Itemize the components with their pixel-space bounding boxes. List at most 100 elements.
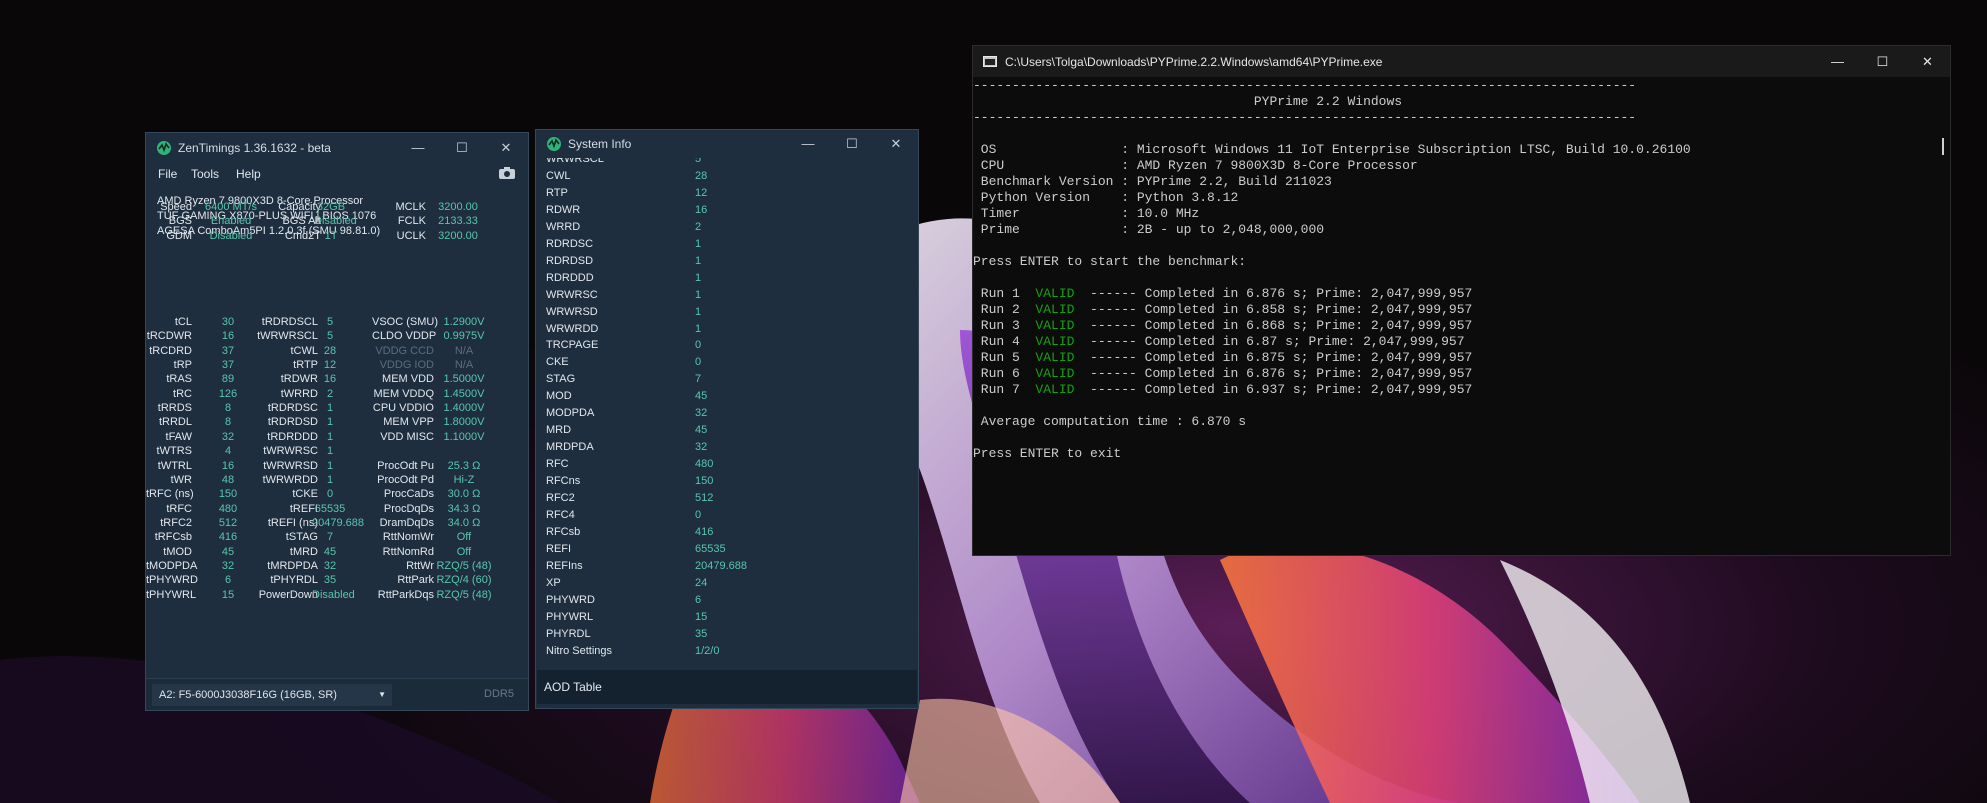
timing-label: ProcDqDs — [383, 502, 434, 515]
timing-label: tWTRL — [157, 459, 192, 472]
row-key: MRD — [546, 424, 572, 437]
system-info-list[interactable]: WRWRSCL 5 CWL 28 RTP 12 RDWR 16 WRRD 2 RDRDSC 1 RDRD… — [546, 158, 901, 658]
param-label: UCLK — [396, 229, 426, 242]
system-info-row: WRWRDD 1 — [546, 321, 901, 338]
timing-value: 480 — [218, 502, 238, 515]
timing-label: tWTRS — [156, 445, 192, 458]
zentimings-titlebar[interactable]: ZenTimings 1.36.1632 - beta — ☐ ✕ — [146, 133, 528, 163]
timing-label: tRC — [173, 387, 192, 400]
maximize-button[interactable]: ☐ — [440, 133, 484, 163]
row-value: 1 — [695, 237, 702, 250]
timing-label: VDD MISC — [380, 430, 434, 443]
timing-value: 0.9975V — [443, 330, 485, 343]
system-info-row: WRWRSC 1 — [546, 287, 901, 304]
system-info-row: PHYRDL 35 — [546, 626, 901, 643]
row-key: PHYRDL — [546, 627, 591, 640]
timing-value: 65535 — [314, 502, 346, 515]
timing-label: tCL — [174, 316, 192, 328]
zentimings-window: ZenTimings 1.36.1632 - beta — ☐ ✕ File T… — [145, 132, 529, 711]
console-scrollbar[interactable] — [1942, 138, 1944, 155]
console-titlebar[interactable]: C:\Users\Tolga\Downloads\PYPrime.2.2.Win… — [973, 46, 1950, 77]
timing-value: 45 — [323, 545, 337, 558]
param-label: BGS — [168, 215, 192, 228]
timing-label: tCWL — [290, 344, 319, 357]
console-line: ----------------------------------------… — [973, 110, 1637, 125]
timing-value: 1.5000V — [443, 373, 485, 386]
row-key: RFCsb — [546, 525, 581, 538]
run-details: ------ Completed in 6.876 s; Prime: 2,04… — [1074, 366, 1473, 381]
row-key: CWL — [546, 169, 571, 182]
timing-value: 1.1000V — [443, 430, 485, 443]
close-button[interactable]: ✕ — [1905, 46, 1950, 77]
row-key: WRWRSD — [546, 305, 598, 318]
row-value: 2 — [695, 220, 702, 233]
console-output[interactable]: ----------------------------------------… — [973, 77, 1936, 555]
timing-value: 34.0 Ω — [447, 516, 481, 529]
run-status: VALID — [1035, 318, 1075, 333]
timing-label: CLDO VDDP — [372, 330, 437, 343]
param-value: 6400 MT/s — [205, 201, 257, 213]
timing-label: tRDRDSD — [267, 416, 318, 429]
system-info-titlebar[interactable]: System Info — ☐ ✕ — [536, 130, 918, 158]
param-label: Capacity — [278, 201, 321, 213]
run-label: Run 2 — [973, 302, 1036, 317]
timing-label: tWRWRDD — [262, 473, 318, 486]
timing-label: tWRRD — [280, 387, 318, 400]
system-info-row: RFCsb 416 — [546, 524, 901, 541]
minimize-button[interactable]: — — [396, 133, 440, 163]
timing-value: 5 — [326, 316, 334, 328]
row-key: RDRDSD — [546, 254, 594, 267]
timing-value: 0 — [326, 488, 334, 501]
menu-file[interactable]: File — [158, 167, 177, 181]
aod-table-section[interactable]: AOD Table — [537, 670, 917, 704]
module-select[interactable]: A2: F5-6000J3038F16G (16GB, SR) ▼ — [152, 684, 392, 706]
timing-value: 126 — [218, 387, 238, 400]
run-label: Run 1 — [973, 286, 1036, 301]
console-line: PYPrime 2.2 Windows — [973, 94, 1403, 109]
row-value: 0 — [695, 508, 702, 521]
system-info-row: XP 24 — [546, 575, 901, 592]
timing-value: 1.8000V — [443, 416, 485, 429]
timing-label: tRDRDDD — [267, 430, 318, 443]
minimize-button[interactable]: — — [1815, 46, 1860, 77]
screenshot-camera-icon[interactable] — [498, 166, 516, 180]
run-status: VALID — [1035, 286, 1075, 301]
timing-label: ProcOdt Pu — [377, 459, 434, 472]
row-value: 16 — [695, 203, 708, 216]
row-value: 1 — [695, 305, 702, 318]
maximize-button[interactable]: ☐ — [830, 130, 874, 158]
row-value: 150 — [695, 475, 714, 488]
row-key: WRWRDD — [546, 322, 599, 335]
close-button[interactable]: ✕ — [874, 130, 918, 158]
timing-value: 25.3 Ω — [447, 459, 481, 472]
run-status: VALID — [1035, 382, 1075, 397]
timing-label: RttPark — [397, 574, 434, 587]
timing-value: N/A — [454, 344, 474, 357]
system-info-row: MRD 45 — [546, 422, 901, 439]
run-label: Run 5 — [973, 350, 1036, 365]
system-info-row: RFC2 512 — [546, 490, 901, 507]
timing-value: 16 — [323, 373, 337, 386]
timing-value: 1 — [326, 473, 334, 486]
menu-help[interactable]: Help — [236, 167, 261, 181]
console-line: OS : Microsoft Windows 11 IoT Enterprise… — [973, 142, 1691, 157]
menu-tools[interactable]: Tools — [191, 167, 219, 181]
close-button[interactable]: ✕ — [484, 133, 528, 163]
timing-label: tRFCsb — [154, 531, 192, 544]
timing-value: 45 — [221, 545, 235, 558]
timing-value: Disabled — [312, 588, 355, 601]
maximize-button[interactable]: ☐ — [1860, 46, 1905, 77]
timing-label: DramDqDs — [379, 516, 434, 529]
row-key: PHYWRD — [546, 593, 595, 606]
row-value: 24 — [695, 576, 708, 589]
row-value: 20479.688 — [695, 559, 747, 572]
system-info-row: WRRD 2 — [546, 219, 901, 236]
minimize-button[interactable]: — — [786, 130, 830, 158]
system-info-row: RTP 12 — [546, 185, 901, 202]
timing-value: 1 — [326, 430, 334, 443]
system-info-row: MOD 45 — [546, 388, 901, 405]
param-value: Disabled — [209, 229, 253, 242]
row-key: TRCPAGE — [546, 339, 599, 352]
